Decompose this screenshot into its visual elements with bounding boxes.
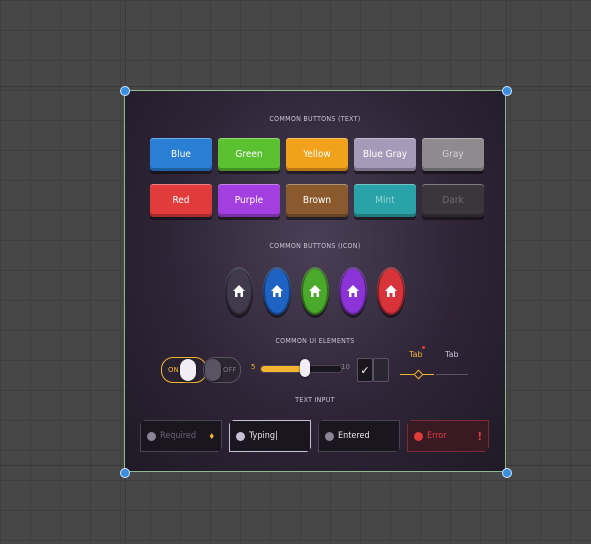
purple-button[interactable]: Purple — [218, 184, 280, 217]
blue-gray-button[interactable]: Blue Gray — [354, 138, 416, 171]
resize-handle[interactable] — [502, 468, 512, 478]
toggle-off-label: OFF — [223, 366, 237, 374]
user-icon — [414, 432, 423, 441]
brown-button[interactable]: Brown — [286, 184, 348, 217]
input-error[interactable]: Error ! — [407, 420, 489, 452]
input-typing-value: Typing| — [249, 431, 278, 441]
slider-min-label: 5 — [251, 363, 256, 371]
grid-line — [506, 0, 507, 544]
input-error-value: Error — [427, 431, 447, 441]
toggle-off[interactable]: OFF — [203, 357, 241, 383]
button-label: Dark — [442, 195, 464, 206]
tab-indicator — [413, 369, 424, 380]
tab-notification-dot — [422, 346, 425, 349]
home-button[interactable] — [263, 267, 291, 315]
home-icon — [385, 285, 397, 297]
slider-fill — [261, 366, 305, 372]
toggle-on[interactable]: ON — [161, 357, 207, 383]
red-button[interactable]: Red — [150, 184, 212, 217]
toggle-knob — [180, 359, 196, 381]
slider-max-label: 10 — [341, 363, 350, 371]
button-label: Brown — [302, 195, 332, 206]
green-button[interactable]: Green — [218, 138, 280, 171]
tab-active-label: Tab — [409, 350, 423, 359]
slider-knob[interactable] — [300, 359, 310, 377]
tab-underline — [436, 374, 468, 375]
user-icon — [147, 432, 156, 441]
error-icon: ! — [477, 429, 482, 443]
tab-active[interactable]: Tab — [400, 346, 436, 380]
section-title-buttons-text: COMMON BUTTONS (TEXT) — [269, 115, 361, 123]
button-label: Gray — [442, 149, 464, 160]
toggle-on-label: ON — [168, 366, 179, 374]
button-label: Mint — [375, 195, 395, 206]
tab-inactive[interactable]: Tab — [436, 350, 468, 380]
button-label: Blue — [171, 149, 191, 160]
button-label: Yellow — [303, 149, 331, 160]
user-icon — [325, 432, 334, 441]
section-title-text-input: TEXT INPUT — [295, 396, 335, 404]
home-icon — [347, 285, 359, 297]
resize-handle[interactable] — [120, 86, 130, 96]
home-icon — [271, 285, 283, 297]
ui-canvas: COMMON BUTTONS (TEXT) Blue Green Yellow Blu… — [124, 90, 506, 472]
yellow-button[interactable]: Yellow — [286, 138, 348, 171]
resize-handle[interactable] — [502, 86, 512, 96]
input-entered[interactable]: Entered — [318, 420, 400, 452]
dark-button[interactable]: Dark — [422, 184, 484, 217]
input-entered-value: Entered — [338, 431, 370, 441]
section-title-ui-elements: COMMON UI ELEMENTS — [275, 337, 355, 345]
gray-button[interactable]: Gray — [422, 138, 484, 171]
home-icon — [233, 285, 245, 297]
toggle-knob — [205, 359, 221, 381]
section-title-buttons-icon: COMMON BUTTONS (ICON) — [269, 242, 361, 250]
home-button[interactable] — [377, 267, 405, 315]
tab-inactive-label: Tab — [445, 350, 459, 359]
resize-handle[interactable] — [120, 468, 130, 478]
home-button[interactable] — [339, 267, 367, 315]
slider-track[interactable] — [260, 359, 342, 377]
user-icon — [236, 432, 245, 441]
home-button[interactable] — [225, 267, 253, 315]
input-typing[interactable]: Typing| — [229, 420, 311, 452]
blue-button[interactable]: Blue — [150, 138, 212, 171]
input-required-placeholder: Required — [160, 431, 196, 441]
input-required[interactable]: Required ♦ — [140, 420, 222, 452]
button-label: Blue Gray — [362, 149, 408, 160]
required-star-icon: ♦ — [208, 431, 215, 441]
checkbox-unchecked[interactable] — [373, 358, 389, 382]
button-label: Purple — [234, 195, 264, 206]
home-icon — [309, 285, 321, 297]
button-label: Red — [172, 195, 190, 206]
checkbox-checked[interactable]: ✓ — [357, 358, 373, 382]
button-label: Green — [235, 149, 263, 160]
home-button[interactable] — [301, 267, 329, 315]
mint-button[interactable]: Mint — [354, 184, 416, 217]
